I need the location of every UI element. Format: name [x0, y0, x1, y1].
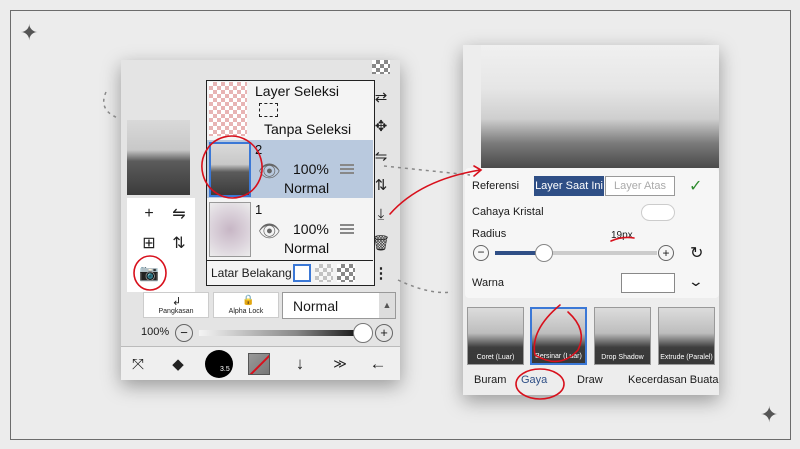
- brush-size-value: 3.5: [220, 366, 230, 373]
- bottom-toolbar: ⤧ ◆ 3.5 ↓ ≫ ←: [121, 346, 400, 380]
- refresh-icon[interactable]: ↻: [690, 243, 703, 263]
- bg-white-swatch[interactable]: [293, 264, 311, 282]
- merge-down-icon[interactable]: ⤓: [370, 203, 392, 225]
- tab-ai[interactable]: Kecerdasan Buata: [628, 374, 719, 386]
- blend-mode-value: Normal: [293, 298, 339, 314]
- clipping-label: Pangkasan: [158, 308, 194, 315]
- layer-1-blend: Normal: [284, 240, 330, 256]
- layer-screen: + ⇋ ⊞ ⇅ 📷 Layer Seleksi Tanpa Seleksi 2 …: [121, 60, 400, 380]
- arrow-left-icon[interactable]: ←: [367, 353, 389, 375]
- trash-icon[interactable]: 🗑: [370, 232, 392, 254]
- layer-2-blend: Normal: [284, 180, 330, 196]
- plus-icon[interactable]: +: [658, 245, 674, 261]
- minus-icon[interactable]: −: [473, 245, 489, 261]
- style-screen: Referensi Layer Saat Ini Layer Atas ✓ Ca…: [463, 45, 719, 395]
- glow-settings-panel: Referensi Layer Saat Ini Layer Atas ✓ Ca…: [465, 168, 719, 298]
- clipping-icon: ↲: [172, 296, 182, 308]
- drag-handle-icon[interactable]: [340, 164, 354, 166]
- reference-upper-layer[interactable]: Layer Atas: [605, 176, 675, 196]
- selection-marquee-icon: [259, 103, 278, 117]
- tab-buram[interactable]: Buram: [474, 374, 506, 386]
- radius-value: 19px: [611, 230, 633, 241]
- layer-1-number: 1: [255, 202, 263, 217]
- layer-selection-row[interactable]: Layer Seleksi Tanpa Seleksi: [207, 81, 373, 139]
- color-swatch[interactable]: [248, 353, 270, 375]
- sparkle-icon: ✦: [760, 402, 779, 427]
- layer-1-opacity: 100%: [293, 221, 329, 237]
- flip-vertical-icon[interactable]: ⇅: [370, 174, 392, 196]
- tab-gaya[interactable]: Gaya: [521, 374, 547, 386]
- no-color-slash: [249, 354, 269, 374]
- layer-2-number: 2: [255, 142, 263, 157]
- eye-icon[interactable]: 👁: [258, 161, 281, 182]
- more-icon[interactable]: ⋮: [370, 262, 392, 284]
- crystal-label: Cahaya Kristal: [472, 206, 544, 218]
- flip-horizontal-icon[interactable]: ⇋: [370, 145, 392, 167]
- filter-label: Bersinar (Luar): [532, 351, 585, 363]
- filter-glow[interactable]: Bersinar (Luar): [530, 307, 587, 365]
- add-layer-icon[interactable]: +: [136, 201, 162, 227]
- dropdown-arrow-icon: ▲: [379, 293, 395, 318]
- filter-outline[interactable]: Coret (Luar): [467, 307, 524, 365]
- layer-2-row[interactable]: 2 👁 100% Normal: [207, 140, 373, 198]
- opacity-slider-thumb[interactable]: [353, 323, 373, 343]
- filter-label: Drop Shadow: [595, 352, 650, 364]
- canvas-thumbnail: [127, 120, 190, 195]
- alpha-lock-label: Alpha Lock: [228, 308, 264, 315]
- layer-1-row[interactable]: 1 👁 100% Normal: [207, 200, 373, 258]
- alpha-lock-button[interactable]: 🔒 Alpha Lock: [213, 292, 279, 318]
- opacity-label: 100%: [141, 326, 170, 338]
- filter-drop-shadow[interactable]: Drop Shadow: [594, 307, 651, 365]
- color-label: Warna: [472, 277, 504, 289]
- transparency-icon[interactable]: [372, 60, 390, 74]
- selection-layer-name: Layer Seleksi: [255, 83, 340, 99]
- layer-list: Layer Seleksi Tanpa Seleksi 2 👁 100% Nor…: [206, 80, 375, 286]
- add-image-icon[interactable]: ⊞: [136, 230, 162, 256]
- minus-icon[interactable]: −: [175, 324, 193, 342]
- bg-dark-check-swatch[interactable]: [337, 264, 355, 282]
- crystal-toggle[interactable]: [641, 204, 675, 221]
- lock-icon: 🔒: [242, 295, 255, 306]
- filter-extrude[interactable]: Extrude (Paralel): [658, 307, 715, 365]
- layer-2-thumbnail: [209, 142, 251, 197]
- transform-icon[interactable]: ⇄: [370, 86, 392, 108]
- radius-slider[interactable]: [495, 251, 657, 255]
- flip-vertical-icon[interactable]: ⇅: [166, 230, 192, 256]
- radius-label: Radius: [472, 228, 507, 240]
- brush-size-button[interactable]: 3.5: [205, 350, 233, 378]
- reference-current-layer[interactable]: Layer Saat Ini: [534, 176, 604, 196]
- chevron-double-down-icon[interactable]: ≫: [329, 353, 351, 375]
- selection-status: Tanpa Seleksi: [264, 121, 352, 137]
- radius-slider-thumb[interactable]: [535, 244, 553, 262]
- glow-color-swatch[interactable]: [621, 273, 675, 293]
- opacity-slider[interactable]: [199, 330, 361, 336]
- background-row[interactable]: Latar Belakang: [207, 260, 373, 286]
- tab-draw[interactable]: Draw: [577, 374, 603, 386]
- flip-horizontal-icon[interactable]: ⇋: [166, 201, 192, 227]
- sparkle-icon: ✦: [20, 20, 39, 45]
- background-label: Latar Belakang: [211, 266, 292, 280]
- selection-thumbnail: [209, 82, 247, 136]
- filter-tabs: Buram Gaya Draw Kecerdasan Buata: [463, 367, 719, 395]
- eraser-icon[interactable]: ◆: [167, 353, 189, 375]
- reference-label: Referensi: [472, 180, 520, 192]
- bg-light-check-swatch[interactable]: [315, 264, 333, 282]
- clipping-button[interactable]: ↲ Pangkasan: [143, 292, 209, 318]
- layer-1-thumbnail: [209, 202, 251, 257]
- filter-label: Extrude (Paralel): [659, 352, 714, 364]
- camera-icon[interactable]: 📷: [136, 260, 162, 286]
- layer-2-opacity: 100%: [293, 161, 329, 177]
- plus-icon[interactable]: +: [375, 324, 393, 342]
- edit-tools-icon[interactable]: ⤧: [127, 353, 149, 375]
- arrow-down-icon[interactable]: ↓: [289, 353, 311, 375]
- drag-handle-icon[interactable]: [340, 224, 354, 226]
- canvas-photo: [481, 45, 719, 168]
- chevron-down-icon[interactable]: ⌄: [688, 273, 704, 290]
- eye-icon[interactable]: 👁: [258, 221, 281, 242]
- blend-mode-select[interactable]: Normal ▲: [282, 292, 396, 319]
- check-icon[interactable]: ✓: [689, 176, 702, 196]
- filter-label: Coret (Luar): [468, 352, 523, 364]
- move-icon[interactable]: ✥: [370, 115, 392, 137]
